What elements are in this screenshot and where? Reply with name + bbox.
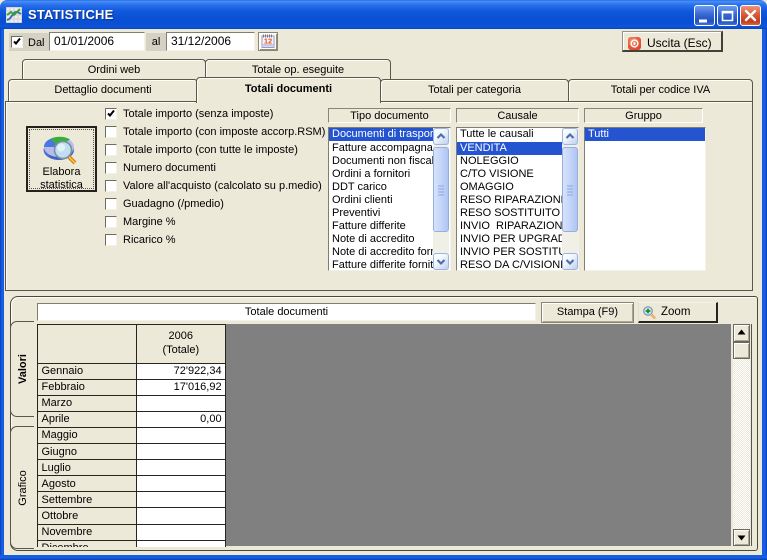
- svg-text:12: 12: [264, 37, 272, 46]
